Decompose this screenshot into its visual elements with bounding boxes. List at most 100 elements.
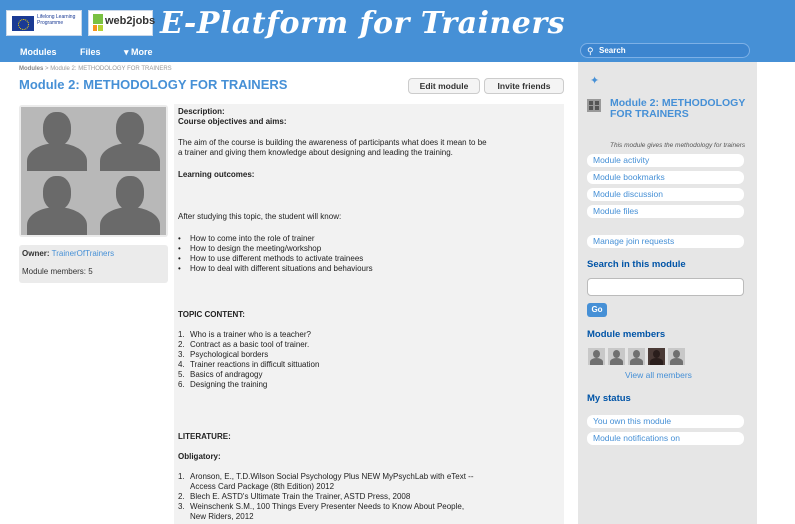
list-item-text: Who is a trainer who is a teacher? xyxy=(190,330,311,339)
person-silhouette-icon xyxy=(21,107,93,171)
owner-link[interactable]: TrainerOfTrainers xyxy=(52,249,115,258)
list-number: 6. xyxy=(178,380,185,389)
list-item-text: Psychological borders xyxy=(190,350,269,359)
web2jobs-logo-icon xyxy=(93,14,103,24)
list-item: 1. Who is a trainer who is a teacher? xyxy=(178,330,311,340)
page-title: Module 2: METHODOLOGY FOR TRAINERS xyxy=(19,77,288,92)
bullet: • xyxy=(178,234,181,243)
list-item-text: Designing the training xyxy=(190,380,268,389)
eu-flag-icon xyxy=(12,16,34,31)
go-button[interactable]: Go xyxy=(587,303,607,317)
invite-friends-button[interactable]: Invite friends xyxy=(484,78,564,94)
member-avatar[interactable] xyxy=(668,348,685,365)
person-head xyxy=(43,176,71,210)
obligatory-heading: Obligatory: xyxy=(178,452,221,461)
owner-label: Owner: xyxy=(22,249,50,258)
aim-text-line-1: The aim of the course is building the aw… xyxy=(178,138,487,147)
list-item-text: Basics of andragogy xyxy=(190,370,263,379)
view-all-members-link[interactable]: View all members xyxy=(625,370,692,380)
list-item: • How to use different methods to activat… xyxy=(178,254,363,264)
sidebar: ✦ Module 2: METHODOLOGY FOR TRAINERS Thi… xyxy=(578,62,757,524)
list-number: 3. xyxy=(178,350,185,359)
sidebar-module-description: This module gives the methodology for tr… xyxy=(610,142,746,149)
list-item: 2. Blech E. ASTD's Ultimate Train the Tra… xyxy=(178,492,410,502)
topic-content-heading: TOPIC CONTENT: xyxy=(178,310,245,319)
person-head xyxy=(116,112,144,146)
member-avatar[interactable] xyxy=(588,348,605,365)
module-members-count: Module members: 5 xyxy=(22,267,93,276)
my-status-heading: My status xyxy=(587,393,631,404)
learning-outcomes-heading: Learning outcomes: xyxy=(178,170,255,179)
owner-box: Owner: TrainerOfTrainers Module members:… xyxy=(19,245,168,283)
bullet: • xyxy=(178,244,181,253)
list-item: • How to come into the role of trainer xyxy=(178,234,315,244)
sidebar-item-module-files[interactable]: Module files xyxy=(587,205,744,218)
site-title[interactable]: E-Platform for Trainers xyxy=(160,6,565,41)
eu-logo-text: Lifelong Learning Programme xyxy=(37,14,76,26)
module-avatar-box xyxy=(19,105,168,237)
list-item: • How to deal with different situations a… xyxy=(178,264,373,274)
list-item: Access Card Package (8th Edition) 2012 xyxy=(178,482,334,492)
person-body xyxy=(100,207,160,235)
list-number: 5. xyxy=(178,370,185,379)
list-number: 1. xyxy=(178,472,185,481)
nav-files[interactable]: Files xyxy=(80,47,101,57)
literature-heading: LITERATURE: xyxy=(178,432,231,441)
owner-line: Owner: TrainerOfTrainers xyxy=(22,249,114,258)
nav-modules[interactable]: Modules xyxy=(20,47,57,57)
lifelong-learning-logo[interactable]: Lifelong Learning Programme xyxy=(6,10,82,36)
list-item-text: Blech E. ASTD's Ultimate Train the Train… xyxy=(190,492,411,501)
list-item: • How to design the meeting/workshop xyxy=(178,244,321,254)
person-body xyxy=(100,143,160,171)
module-icon[interactable] xyxy=(587,99,601,112)
member-avatar[interactable] xyxy=(608,348,625,365)
list-item: New Riders, 2012 xyxy=(178,512,254,522)
module-search-input[interactable] xyxy=(587,278,744,296)
person-silhouette-icon xyxy=(21,171,93,235)
status-owns-module[interactable]: You own this module xyxy=(587,415,744,428)
module-avatar xyxy=(21,107,166,235)
list-item: 6. Designing the training xyxy=(178,380,267,390)
breadcrumb-current: Module 2: METHODOLOGY FOR TRAINERS xyxy=(50,66,172,72)
sidebar-module-title[interactable]: Module 2: METHODOLOGY FOR TRAINERS xyxy=(610,98,750,120)
list-number: 3. xyxy=(178,502,185,511)
list-item-text: How to design the meeting/workshop xyxy=(190,244,322,253)
manage-join-requests-link[interactable]: Manage join requests xyxy=(587,235,744,248)
status-notifications[interactable]: Module notifications on xyxy=(587,432,744,445)
person-body xyxy=(27,207,87,235)
description-heading: Description: xyxy=(178,107,225,116)
list-number: 4. xyxy=(178,360,185,369)
edit-module-button[interactable]: Edit module xyxy=(408,78,480,94)
list-item-text: New Riders, 2012 xyxy=(190,512,254,521)
list-item-text: How to come into the role of trainer xyxy=(190,234,315,243)
search-icon: ⚲ xyxy=(587,46,594,56)
nav-more[interactable]: ▾ More xyxy=(124,47,153,58)
search-input[interactable]: ⚲ Search xyxy=(580,43,750,58)
list-item-text: How to deal with different situations an… xyxy=(190,264,373,273)
person-body xyxy=(27,143,87,171)
member-avatar[interactable] xyxy=(628,348,645,365)
web2jobs-logo[interactable]: web2jobs xyxy=(88,10,156,36)
list-number: 2. xyxy=(178,340,185,349)
list-item-text: Access Card Package (8th Edition) 2012 xyxy=(190,482,335,491)
web2jobs-logo-text: web2jobs xyxy=(105,15,156,27)
bullet: • xyxy=(178,254,181,263)
sidebar-item-module-discussion[interactable]: Module discussion xyxy=(587,188,744,201)
outcomes-intro: After studying this topic, the student w… xyxy=(178,212,342,221)
list-item-text: Trainer reactions in difficult sittuatio… xyxy=(190,360,320,369)
person-head xyxy=(116,176,144,210)
pin-icon[interactable]: ✦ xyxy=(590,74,599,87)
course-objectives-heading: Course objectives and aims: xyxy=(178,117,287,126)
person-head xyxy=(43,112,71,146)
site-header: Lifelong Learning Programme web2jobs E-P… xyxy=(0,0,795,62)
person-silhouette-icon xyxy=(94,171,166,235)
list-item-text: Weinschenk S.M., 100 Things Every Presen… xyxy=(190,502,465,511)
sidebar-item-module-activity[interactable]: Module activity xyxy=(587,154,744,167)
list-item-text: How to use different methods to activate… xyxy=(190,254,364,263)
web2jobs-logo-icon-part xyxy=(98,25,103,31)
member-avatar[interactable] xyxy=(648,348,665,365)
sidebar-item-module-bookmarks[interactable]: Module bookmarks xyxy=(587,171,744,184)
search-placeholder: Search xyxy=(599,46,626,55)
breadcrumb-modules[interactable]: Modules xyxy=(19,66,43,72)
breadcrumb: Modules > Module 2: METHODOLOGY FOR TRAI… xyxy=(19,66,172,72)
